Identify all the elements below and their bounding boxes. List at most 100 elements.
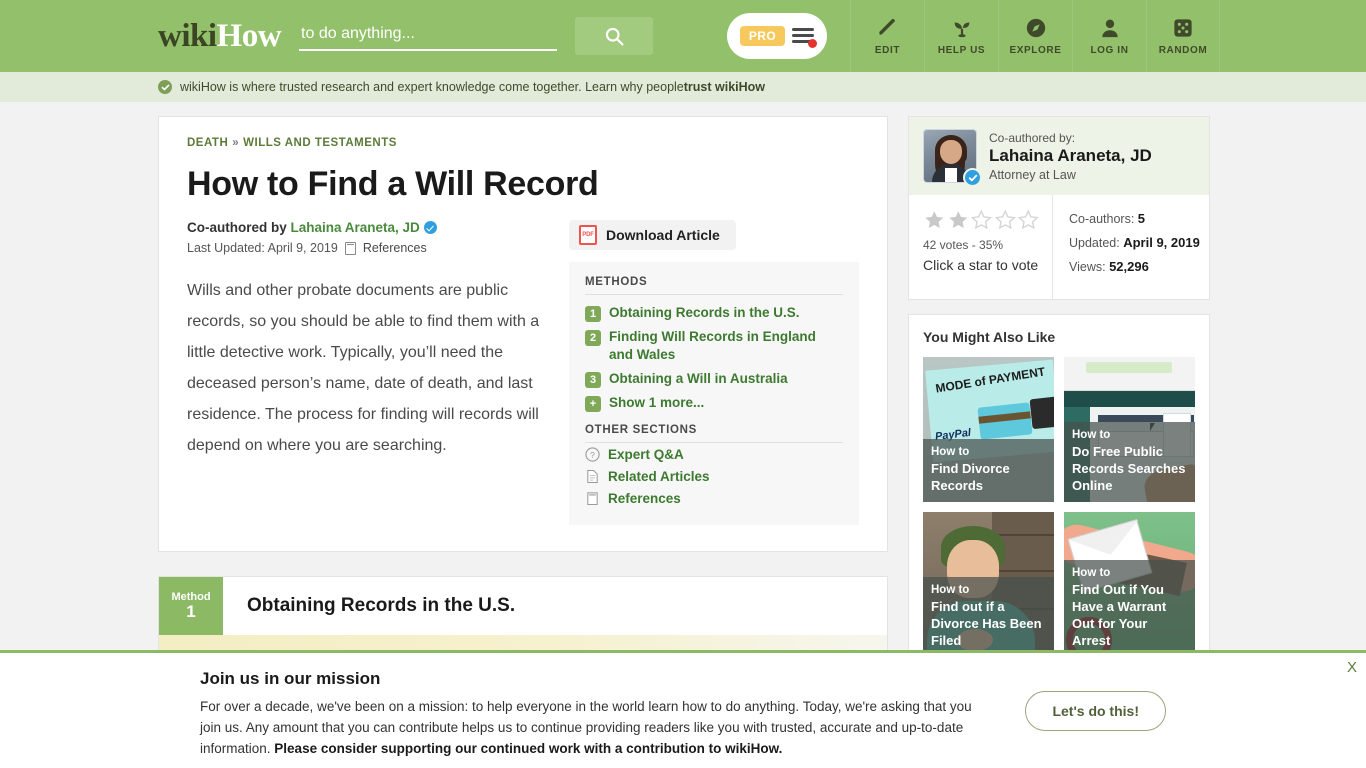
- click-star-to-vote: Click a star to vote: [923, 257, 1039, 273]
- nav-item-random[interactable]: RANDOM: [1146, 0, 1220, 72]
- nav-label-help-us: HELP US: [937, 44, 986, 56]
- votes-text: 42 votes - 35%: [923, 238, 1004, 252]
- star-icon-5[interactable]: [1017, 209, 1040, 231]
- ymal-item-1[interactable]: How to Do Free Public Records Searches O…: [1064, 357, 1195, 502]
- nav-item-explore[interactable]: EXPLORE: [998, 0, 1072, 72]
- pro-badge: PRO: [739, 26, 786, 46]
- byline: Co-authored by Lahaina Araneta, JD: [187, 220, 547, 235]
- show-more-methods-link[interactable]: + Show 1 more...: [585, 391, 843, 415]
- nav-item-edit[interactable]: EDIT: [850, 0, 924, 72]
- method-label-1: Obtaining Records in the U.S.: [609, 305, 800, 320]
- byline-author-link[interactable]: Lahaina Araneta, JD: [291, 220, 420, 235]
- updated-value: April 9, 2019: [1123, 235, 1200, 250]
- wikihow-logo[interactable]: wikiHow: [158, 17, 282, 54]
- other-section-label-0: Expert Q&A: [608, 446, 684, 462]
- method-1-heading: Obtaining Records in the U.S.: [247, 595, 516, 616]
- author-card-header: Co-authored by: Lahaina Araneta, JD Atto…: [909, 117, 1209, 195]
- references-icon: [585, 491, 600, 506]
- question-circle-icon: ?: [585, 446, 600, 462]
- close-icon[interactable]: X: [1347, 659, 1357, 676]
- methods-panel: PDF Download Article METHODS 1 Obtaining…: [569, 220, 859, 525]
- author-role: Attorney at Law: [989, 167, 1076, 182]
- references-icon: [344, 241, 356, 255]
- logo-how: How: [216, 17, 282, 54]
- pro-menu-button[interactable]: PRO: [727, 13, 827, 59]
- breadcrumb-wills-and-testaments[interactable]: WILLS AND TESTAMENTS: [243, 137, 397, 149]
- author-card: Co-authored by: Lahaina Araneta, JD Atto…: [908, 116, 1210, 300]
- pdf-icon: PDF: [579, 225, 597, 245]
- ymal-item-3[interactable]: How to Find Out if You Have a Warrant Ou…: [1064, 512, 1195, 657]
- search-icon: [605, 27, 624, 46]
- ymal-item-2[interactable]: How to Find out if a Divorce Has Been Fi…: [923, 512, 1054, 657]
- methods-label: METHODS: [585, 276, 843, 295]
- star-icon-4[interactable]: [994, 209, 1017, 231]
- other-section-references[interactable]: References: [585, 487, 843, 509]
- last-updated-row: Last Updated: April 9, 2019 References: [187, 241, 547, 255]
- ymal-how-2: How to: [931, 584, 970, 596]
- ymal-title-2: Find out if a Divorce Has Been Filed: [931, 599, 1042, 648]
- views-value: 52,296: [1109, 259, 1149, 274]
- you-might-also-like-card: You Might Also Like MODE of PAYMENT PayP…: [908, 314, 1210, 672]
- other-sections-list: ? Expert Q&A Related Articles References: [585, 443, 843, 509]
- method-link-1[interactable]: 1 Obtaining Records in the U.S.: [585, 301, 843, 325]
- breadcrumb-death[interactable]: DEATH: [187, 137, 228, 149]
- show-more-label: Show 1 more...: [609, 395, 705, 410]
- ymal-title-1: Do Free Public Records Searches Online: [1072, 444, 1186, 493]
- verified-badge-icon: [423, 221, 437, 234]
- logo-wiki: wiki: [158, 17, 217, 54]
- method-1-tag: Method 1: [159, 577, 223, 635]
- donation-banner-bold: Please consider supporting our continued…: [274, 741, 783, 756]
- method-1-header: Method 1 Obtaining Records in the U.S.: [159, 577, 887, 635]
- lets-do-this-button[interactable]: Let's do this!: [1025, 691, 1166, 731]
- author-info: Co-authored by: Lahaina Araneta, JD Atto…: [989, 131, 1152, 182]
- breadcrumb: DEATH » WILLS AND TESTAMENTS: [187, 137, 859, 149]
- document-icon: [585, 469, 600, 484]
- nav-label-random: RANDOM: [1158, 44, 1208, 56]
- donation-banner-text: For over a decade, we've been on a missi…: [200, 696, 990, 759]
- ymal-grid: MODE of PAYMENT PayPal How to Find Divor…: [923, 357, 1195, 657]
- method-link-2[interactable]: 2 Finding Will Records in England and Wa…: [585, 325, 843, 367]
- updated-row: Updated: April 9, 2019: [1069, 235, 1200, 250]
- donation-banner: Join us in our mission For over a decade…: [0, 650, 1366, 768]
- star-icon-2[interactable]: [947, 209, 970, 231]
- rating-column: 42 votes - 35% Click a star to vote: [909, 195, 1053, 299]
- search-area: [299, 17, 654, 55]
- nav-label-edit: EDIT: [874, 44, 901, 56]
- hamburger-menu-icon[interactable]: [792, 28, 818, 48]
- download-article-button[interactable]: PDF Download Article: [569, 220, 736, 250]
- trust-wikihow-link[interactable]: trust wikiHow: [684, 80, 765, 94]
- updated-label: Updated:: [1069, 236, 1120, 250]
- star-icon-3[interactable]: [970, 209, 993, 231]
- search-input[interactable]: [299, 21, 558, 51]
- header-nav: EDIT HELP US EXPLORE LOG IN RANDOM: [850, 0, 1220, 72]
- search-button[interactable]: [575, 17, 654, 55]
- article-intro-card: DEATH » WILLS AND TESTAMENTS How to Find a…: [158, 116, 888, 552]
- ymal-item-0[interactable]: MODE of PAYMENT PayPal How to Find Divor…: [923, 357, 1054, 502]
- other-section-expert-qa[interactable]: ? Expert Q&A: [585, 443, 843, 465]
- user-icon: [1099, 17, 1121, 39]
- byline-prefix: Co-authored by: [187, 220, 291, 235]
- method-link-3[interactable]: 3 Obtaining a Will in Australia: [585, 367, 843, 391]
- nav-item-log-in[interactable]: LOG IN: [1072, 0, 1146, 72]
- coauthors-label: Co-authors:: [1069, 212, 1135, 226]
- method-number-2: 2: [585, 330, 601, 346]
- star-icon-1[interactable]: [923, 209, 946, 231]
- ymal-title-3: Find Out if You Have a Warrant Out for Y…: [1072, 582, 1167, 648]
- dice-icon: [1172, 17, 1194, 39]
- author-name[interactable]: Lahaina Araneta, JD: [989, 146, 1152, 166]
- other-section-related-articles[interactable]: Related Articles: [585, 465, 843, 487]
- donation-banner-inner: Join us in our mission For over a decade…: [0, 653, 1366, 768]
- method-tag-word: Method: [171, 590, 211, 603]
- methods-list: 1 Obtaining Records in the U.S. 2 Findin…: [585, 301, 843, 415]
- method-label-2: Finding Will Records in England and Wale…: [609, 329, 816, 362]
- svg-text:?: ?: [590, 449, 595, 459]
- star-rating[interactable]: [923, 209, 1040, 231]
- article-meta-column: Co-authors: 5 Updated: April 9, 2019 Vie…: [1053, 195, 1200, 299]
- views-row: Views: 52,296: [1069, 259, 1200, 274]
- nav-item-help-us[interactable]: HELP US: [924, 0, 998, 72]
- ymal-caption-0: How to Find Divorce Records: [923, 439, 1054, 502]
- verified-check-icon: [158, 80, 172, 94]
- references-link[interactable]: References: [363, 241, 427, 255]
- trust-bar-text: wikiHow is where trusted research and ex…: [180, 80, 684, 94]
- pencil-icon: [877, 17, 899, 39]
